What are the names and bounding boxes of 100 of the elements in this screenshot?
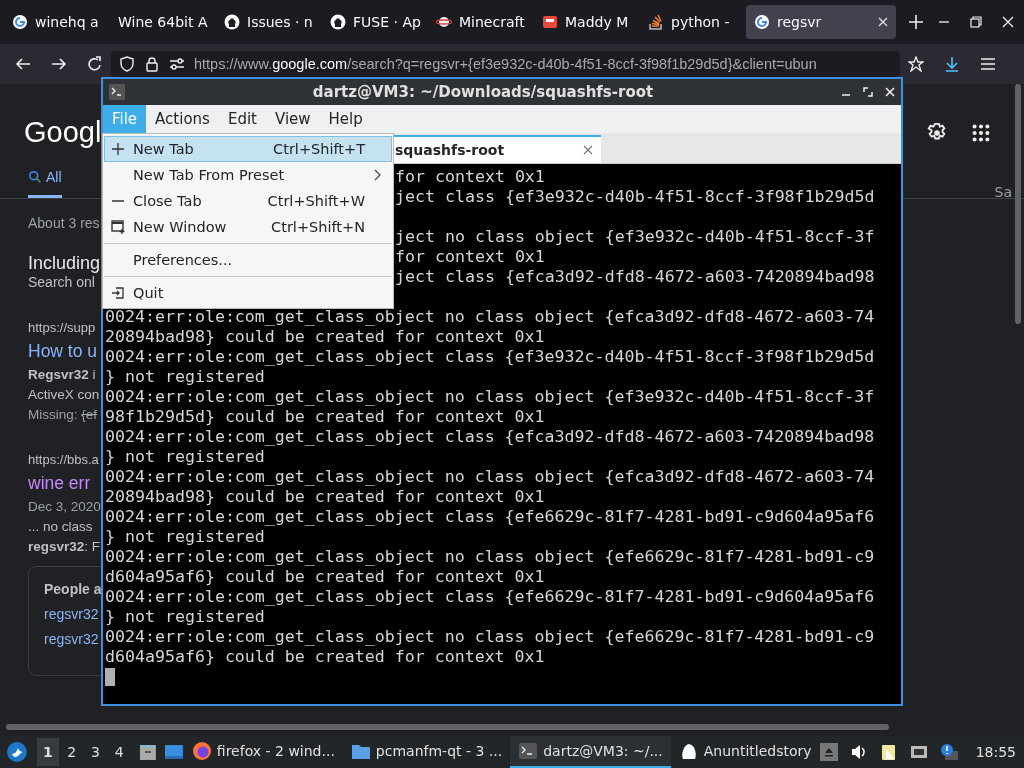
- terminal-line: 0024:err:ole:com_get_class_object no class object {ef3e932c-d40b-4f51-8ccf-3f: [105, 387, 875, 407]
- terminal-line: ject class {efca3d92-dfd8-4672-a603-7420894bad98: [395, 267, 875, 287]
- permissions-icon[interactable]: [169, 56, 185, 72]
- close-icon[interactable]: [1002, 16, 1014, 28]
- browser-tab[interactable]: winehq a: [4, 5, 107, 39]
- lock-icon[interactable]: [144, 56, 160, 72]
- github-favicon-icon: [224, 14, 240, 30]
- github-favicon-icon: [330, 14, 346, 30]
- apps-grid-icon[interactable]: [970, 122, 992, 144]
- browser-tab[interactable]: python -: [640, 5, 743, 39]
- result-snippet: ... no class: [28, 519, 93, 534]
- back-icon[interactable]: [15, 56, 31, 72]
- forward-icon[interactable]: [51, 56, 67, 72]
- menu-entry[interactable]: Quit: [104, 280, 392, 306]
- terminal-icon: [518, 741, 539, 761]
- taskbar-task[interactable]: dartz@VM3: ~/...: [510, 736, 671, 768]
- taskbar-task[interactable]: pcmanfm-qt - 3 ...: [342, 736, 511, 768]
- notice-text: Search onl: [28, 274, 95, 290]
- menu-entry[interactable]: New Tab Ctrl+Shift+T: [104, 136, 392, 162]
- shield-icon[interactable]: [119, 56, 135, 72]
- terminal-line: 0024:err:ole:com_get_class_object class {efca3d92-dfd8-4672-a603-7420894bad98: [105, 427, 875, 447]
- plus-icon: [111, 142, 125, 156]
- menu-item[interactable]: Help: [319, 105, 372, 133]
- workspace-button[interactable]: 2: [60, 738, 83, 766]
- menu-entry[interactable]: Preferences...: [104, 247, 392, 273]
- result-url: https://supp: [28, 320, 96, 335]
- url-text: https://www.google.com/search?q=regsvr+{ef3e932c-d40b-4f51-8ccf-3f98f1b29d5d}&client=ubun: [194, 56, 817, 72]
- window-title: dartz@VM3: ~/Downloads/squashfs-root: [311, 83, 655, 101]
- star-icon[interactable]: [908, 56, 924, 72]
- clipboard-icon[interactable]: [879, 743, 898, 761]
- terminal-line: 0024:err:ole:com_get_class_object class {ef3e932c-d40b-4f51-8ccf-3f98f1b29d5d: [105, 347, 875, 367]
- terminal-line: 0024:err:ole:com_get_class_object class {efe6629c-81f7-4281-bd91-c9d604a95af6: [105, 507, 875, 527]
- eject-icon[interactable]: [819, 743, 838, 761]
- related-link[interactable]: regsvr32: [44, 631, 99, 647]
- result-snippet: Regsvr32 i: [28, 367, 96, 382]
- result-link[interactable]: How to u: [28, 341, 98, 362]
- browser-tab[interactable]: Issues · n: [216, 5, 319, 39]
- terminal-icon: [109, 84, 125, 100]
- terminal-line: 20894bad98} could be created for context 0x1: [105, 327, 545, 347]
- terminal-line: ject no class object {ef3e932c-d40b-4f51-8ccf-3f: [395, 227, 875, 247]
- square-favicon-icon: [542, 14, 558, 30]
- menu-item[interactable]: Edit: [218, 105, 266, 133]
- tools-link[interactable]: Sa: [994, 184, 1012, 200]
- menu-icon[interactable]: [980, 56, 996, 72]
- taskbar-task[interactable]: firefox - 2 wind...: [183, 736, 343, 768]
- terminal-line: 0024:err:ole:com_get_class_object no class object {efe6629c-81f7-4281-bd91-c9: [105, 547, 875, 567]
- reload-icon[interactable]: [87, 56, 103, 72]
- menu-item[interactable]: Actions: [146, 105, 219, 133]
- new-window-icon: [111, 220, 125, 234]
- maximize-icon[interactable]: [863, 87, 873, 97]
- terminal-line: } not registered: [105, 527, 265, 547]
- terminal-line: for context 0x1: [395, 167, 545, 187]
- result-url: https://bbs.a: [28, 452, 99, 467]
- menu-item[interactable]: View: [265, 105, 320, 133]
- result-date: Dec 3, 2020: [28, 499, 101, 514]
- exit-icon: [111, 286, 125, 300]
- download-icon[interactable]: [944, 56, 960, 72]
- menu-entry[interactable]: Close Tab Ctrl+Shift+W: [104, 188, 392, 214]
- terminal-line: ject class {ef3e932c-d40b-4f51-8ccf-3f98f1b29d5d: [395, 187, 875, 207]
- workspace-button[interactable]: 3: [84, 738, 107, 766]
- file-cabinet-icon[interactable]: [138, 742, 158, 762]
- horizontal-scrollbar[interactable]: [6, 724, 889, 730]
- close-tab-icon[interactable]: [583, 145, 593, 155]
- workspace-button[interactable]: 4: [108, 738, 131, 766]
- terminal-line: } not registered: [105, 367, 265, 387]
- browser-tab[interactable]: Wine 64bit A: [110, 5, 213, 39]
- menu-entry[interactable]: New Tab From Preset: [104, 162, 392, 188]
- terminal-line: 0024:err:ole:com_get_class_object no class object {efe6629c-81f7-4281-bd91-c9: [105, 627, 875, 647]
- search-tab[interactable]: All: [28, 169, 62, 198]
- terminal-line: 0024:err:ole:com_get_class_object no class object {efca3d92-dfd8-4672-a603-74: [105, 467, 875, 487]
- planet-favicon-icon: [436, 14, 452, 30]
- search-icon: [28, 170, 42, 184]
- result-link[interactable]: wine err: [28, 473, 91, 494]
- notification-icon[interactable]: [939, 743, 958, 761]
- browser-tab[interactable]: regsvr: [746, 5, 896, 39]
- close-icon[interactable]: [885, 87, 895, 97]
- terminal-line: d604a95af6} could be created for context 0x1: [105, 567, 545, 587]
- related-link[interactable]: regsvr32: [44, 606, 99, 622]
- network-icon[interactable]: [909, 743, 928, 761]
- terminal-line: 0024:err:ole:com_get_class_object class {efe6629c-81f7-4281-bd91-c9d604a95af6: [105, 587, 875, 607]
- vertical-scrollbar[interactable]: [1015, 84, 1021, 324]
- browser-tab[interactable]: FUSE · Ap: [322, 5, 425, 39]
- volume-icon[interactable]: [849, 743, 868, 761]
- google-favicon-icon: [12, 14, 28, 30]
- taskbar-task[interactable]: Anuntitledstory: [670, 736, 820, 768]
- restore-icon[interactable]: [970, 16, 982, 28]
- terminal-line: 0024:err:ole:com_get_class_object no class object {efca3d92-dfd8-4672-a603-74: [105, 307, 875, 327]
- terminal-line: for context 0x1: [395, 247, 545, 267]
- clock: 18:55: [975, 744, 1016, 760]
- new-tab-icon[interactable]: [909, 15, 923, 29]
- start-menu-icon[interactable]: [7, 742, 27, 762]
- menu-entry[interactable]: New Window Ctrl+Shift+N: [104, 214, 392, 240]
- terminal-line: } not registered: [105, 607, 265, 627]
- workspace-button[interactable]: 1: [36, 738, 59, 766]
- address-bar[interactable]: https://www.google.com/search?q=regsvr+{ef3e932c-d40b-4f51-8ccf-3f98f1b29d5d}&client=ubun: [111, 51, 900, 77]
- terminal-line: d604a95af6} could be created for context 0x1: [105, 647, 545, 667]
- google-logo[interactable]: Googl: [24, 116, 102, 149]
- browser-tab[interactable]: Maddy M: [534, 5, 637, 39]
- desktop-icon[interactable]: [164, 742, 184, 762]
- browser-tab[interactable]: Minecraft: [428, 5, 531, 39]
